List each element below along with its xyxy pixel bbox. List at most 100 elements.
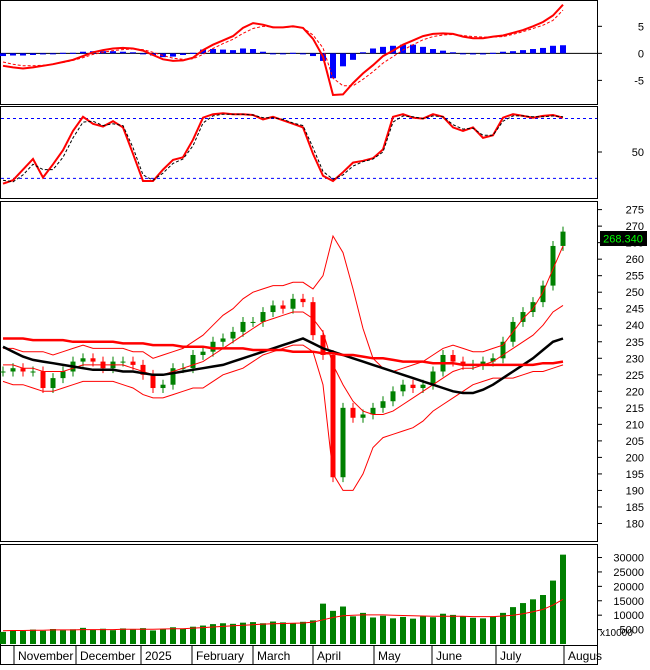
volume-bar [230, 623, 236, 644]
volume-bar [110, 630, 116, 644]
macd-histogram-bar [180, 53, 186, 55]
volume-bar [30, 629, 36, 644]
x-tick-label: Augus [568, 649, 602, 663]
x-tick-label: May [378, 649, 401, 663]
y-tick-label: 20000 [613, 581, 644, 593]
volume-bar [480, 618, 486, 644]
macd-histogram-bar [30, 53, 36, 55]
y-tick-label: 220 [626, 386, 644, 398]
price-candle-body [390, 391, 396, 402]
price-candle-body [260, 312, 266, 322]
price-candle-body [400, 384, 406, 392]
volume-bar [100, 628, 106, 644]
macd-histogram-bar [520, 50, 526, 54]
volume-bar [350, 616, 356, 644]
price-candle-body [300, 298, 306, 303]
volume-bar [520, 603, 526, 644]
x-tick-label: July [500, 649, 521, 663]
macd-histogram-bar [10, 53, 16, 56]
price-candle-body [240, 321, 246, 332]
y-tick-label: 200 [626, 452, 644, 464]
y-tick-label: 50 [632, 147, 644, 159]
stock-chart: 50-5502752702652602552502452402352302252… [0, 0, 650, 665]
macd-histogram-bar [530, 49, 536, 54]
stochastic-panel [0, 106, 598, 199]
y-tick-label: 230 [626, 353, 644, 365]
volume-bar [20, 631, 26, 644]
macd-histogram-bar [80, 51, 86, 54]
volume-bar [0, 631, 6, 644]
volume-bar [70, 629, 76, 644]
macd-histogram-bar [470, 53, 476, 55]
macd-histogram-bar [560, 45, 566, 54]
volume-bar [460, 616, 466, 644]
volume-bar [290, 622, 296, 644]
price-candle-body [60, 371, 66, 379]
price-candle-body [50, 378, 56, 389]
macd-histogram-bar [250, 49, 256, 54]
macd-histogram-bar [280, 53, 286, 55]
x-tick-label: 2025 [145, 649, 172, 663]
price-candle-body [0, 371, 6, 373]
volume-bar [510, 607, 516, 644]
y-tick-label: 15000 [613, 596, 644, 608]
macd-histogram-bar [60, 52, 66, 54]
volume-bar [470, 617, 476, 644]
price-candle-body [10, 368, 16, 372]
volume-bar [120, 628, 126, 644]
volume-bar [300, 621, 306, 644]
volume-bar [440, 613, 446, 644]
macd-histogram-bar [450, 52, 456, 54]
macd-histogram-bar [190, 52, 196, 54]
y-tick-label: 10000 [613, 610, 644, 622]
last-price-label: 268.340 [603, 234, 643, 246]
macd-histogram-bar [460, 53, 466, 55]
price-candle-body [290, 298, 296, 309]
macd-histogram-bar [550, 45, 556, 54]
macd-histogram-bar [270, 53, 276, 55]
volume-bar [250, 622, 256, 644]
volume-bar [360, 612, 366, 644]
volume-bar [180, 628, 186, 644]
macd-histogram-bar [430, 49, 436, 54]
volume-bar [430, 617, 436, 644]
volume-bar [420, 616, 426, 644]
price-candle-body [150, 374, 156, 389]
y-tick-label: 255 [626, 271, 644, 283]
macd-histogram-bar [210, 49, 216, 54]
macd-histogram-bar [440, 50, 446, 54]
macd-histogram-bar [490, 52, 496, 54]
x-tick-label: March [257, 649, 290, 663]
y-tick-label: 25000 [613, 567, 644, 579]
macd-histogram-bar [510, 51, 516, 54]
macd-histogram-bar [310, 53, 316, 57]
volume-bar [380, 615, 386, 644]
volume-bar [500, 612, 506, 644]
macd-histogram-bar [340, 53, 346, 67]
y-tick-label: 240 [626, 320, 644, 332]
y-tick-label: 5 [638, 21, 644, 33]
x-tick-label: June [436, 649, 462, 663]
price-candle-body [270, 305, 276, 313]
price-candle-body [450, 354, 456, 362]
y-tick-label: 205 [626, 436, 644, 448]
price-candle-body [160, 384, 166, 389]
macd-histogram-bar [330, 53, 336, 79]
macd-histogram-bar [140, 53, 146, 55]
volume-bar [40, 630, 46, 644]
price-candle-body [250, 321, 256, 323]
macd-histogram-bar [500, 51, 506, 54]
price-candle-body [130, 361, 136, 365]
volume-bar [80, 627, 86, 644]
price-candle-body [40, 371, 46, 389]
price-candle-body [410, 384, 416, 389]
price-candle-body [340, 407, 346, 478]
macd-histogram-bar [130, 52, 136, 54]
macd-histogram-bar [50, 53, 56, 55]
price-candle-body [80, 358, 86, 362]
price-candle-body [360, 414, 366, 418]
volume-bar [540, 595, 546, 644]
macd-histogram-bar [360, 52, 366, 54]
price-candle-body [120, 361, 126, 363]
macd-histogram-bar [110, 51, 116, 54]
